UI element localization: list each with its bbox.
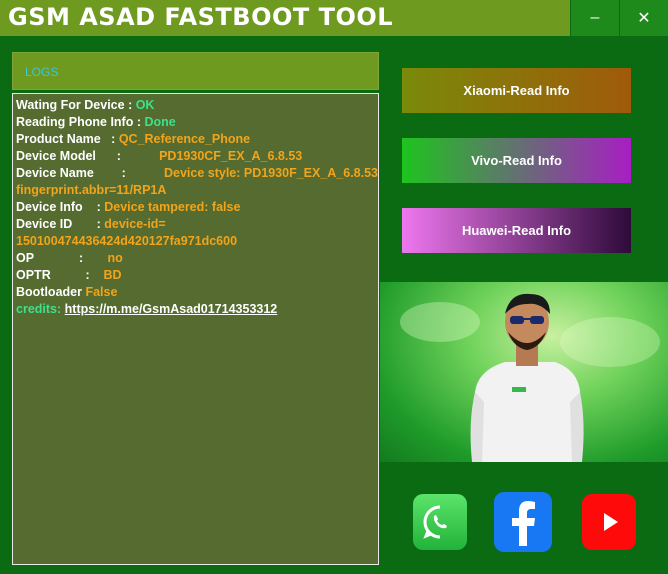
log-key: Wating For Device — [16, 98, 125, 112]
log-header: LOGS — [12, 52, 379, 90]
log-line-waiting: Wating For Device : OK — [16, 97, 376, 114]
log-sep: : — [82, 200, 105, 214]
title-area: GSM ASAD FASTBOOT TOOL — [0, 0, 570, 36]
log-key: Device Model — [16, 149, 96, 163]
close-button[interactable]: ✕ — [620, 0, 668, 36]
log-line-bootloader: Bootloader False — [16, 284, 376, 301]
person-illustration — [400, 293, 660, 462]
close-icon: ✕ — [637, 10, 651, 27]
log-key: Bootloader — [16, 285, 82, 299]
log-sep: : — [133, 115, 145, 129]
log-line-op: OP : no — [16, 250, 376, 267]
xiaomi-read-info-button[interactable]: Xiaomi-Read Info — [402, 68, 631, 113]
log-value: False — [85, 285, 118, 299]
log-line-optr: OPTR : BD — [16, 267, 376, 284]
log-value: PD1930CF_EX_A_6.8.53 — [159, 149, 303, 163]
log-line-device-model: Device Model : PD1930CF_EX_A_6.8.53 — [16, 148, 376, 165]
log-value: OK — [135, 98, 155, 112]
log-value: Done — [144, 115, 176, 129]
log-sep: : — [124, 98, 136, 112]
facebook-icon — [512, 501, 535, 546]
whatsapp-icon — [423, 505, 447, 539]
log-line-reading: Reading Phone Info : Done — [16, 114, 376, 131]
log-key: Reading Phone Info — [16, 115, 134, 129]
log-key: OPTR — [16, 268, 51, 282]
log-line-device-id-value: 150100474436424d420127fa971dc600 — [16, 233, 376, 250]
credits-label: credits: — [16, 302, 62, 316]
youtube-icon — [604, 513, 618, 531]
log-sep: : — [93, 166, 164, 180]
log-panel[interactable]: Wating For Device : OK Reading Phone Inf… — [12, 93, 379, 565]
log-key: Device ID — [16, 217, 73, 231]
log-key: Device Name — [16, 166, 94, 180]
log-value: device-id= — [104, 217, 166, 231]
log-key: Product Name — [16, 132, 101, 146]
log-line-credits: credits: https://m.me/GsmAsad01714353312 — [16, 301, 376, 318]
log-header-label: LOGS — [25, 65, 59, 79]
log-sep: : — [95, 149, 160, 163]
log-line-device-id: Device ID : device-id= — [16, 216, 376, 233]
log-key: Device Info — [16, 200, 83, 214]
app-title: GSM ASAD FASTBOOT TOOL — [8, 3, 394, 31]
vivo-read-info-button[interactable]: Vivo-Read Info — [402, 138, 631, 183]
log-line-device-info: Device Info : Device tampered: false — [16, 199, 376, 216]
log-line-fingerprint: fingerprint.abbr=11/RP1A — [16, 182, 376, 199]
log-value: Device style: PD1930F_EX_A_6.8.53 — [163, 166, 379, 180]
log-sep: : — [72, 217, 105, 231]
huawei-read-info-button[interactable]: Huawei-Read Info — [402, 208, 631, 253]
youtube-button[interactable] — [582, 494, 636, 550]
log-value: QC_Reference_Phone — [118, 132, 251, 146]
minimize-button[interactable]: – — [571, 0, 619, 36]
log-key: OP — [16, 251, 34, 265]
log-value: 150100474436424d420127fa971dc600 — [16, 234, 238, 248]
log-value: Device tampered: false — [104, 200, 241, 214]
profile-photo — [380, 282, 668, 462]
whatsapp-button[interactable] — [413, 494, 467, 550]
credits-link[interactable]: https://m.me/GsmAsad01714353312 — [65, 302, 278, 316]
facebook-button[interactable] — [494, 492, 552, 552]
log-sep: : — [33, 251, 108, 265]
minimize-icon: – — [590, 9, 600, 26]
title-bar: GSM ASAD FASTBOOT TOOL – ✕ — [0, 0, 668, 36]
log-sep: : — [100, 132, 119, 146]
log-value: fingerprint.abbr=11/RP1A — [16, 183, 167, 197]
log-line-device-name: Device Name : Device style: PD1930F_EX_A… — [16, 165, 379, 182]
log-sep: : — [50, 268, 104, 282]
log-line-product-name: Product Name : QC_Reference_Phone — [16, 131, 376, 148]
log-value: no — [107, 251, 123, 265]
log-value: BD — [103, 268, 122, 282]
